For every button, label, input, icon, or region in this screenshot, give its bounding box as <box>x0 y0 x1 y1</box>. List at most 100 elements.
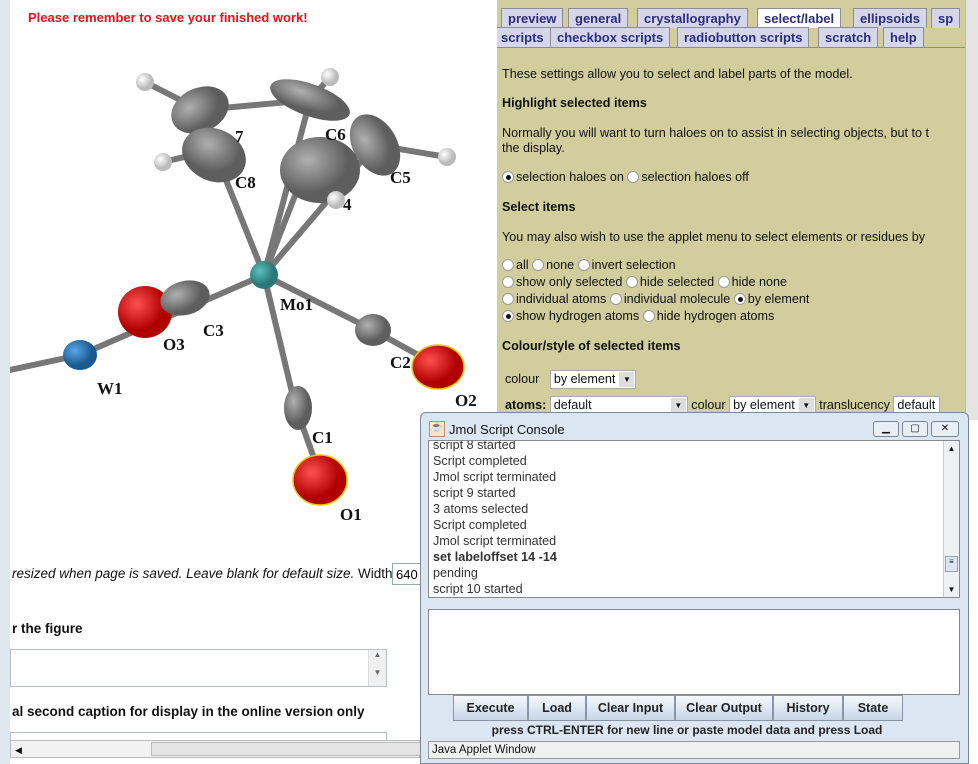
output-scrollbar[interactable]: ▲ ≡ ▼ <box>943 441 959 597</box>
output-line: Jmol script terminated <box>433 534 557 548</box>
atoms-label: atoms: <box>505 398 547 412</box>
output-line: script 9 started <box>433 486 516 500</box>
tab-checkbox-scripts[interactable]: checkbox scripts <box>550 27 671 47</box>
radio-haloes-off[interactable] <box>627 171 640 183</box>
radio-label: individual molecule <box>623 292 731 306</box>
output-line: pending <box>433 566 478 580</box>
second-caption-heading: al second caption for display in the onl… <box>12 704 365 719</box>
radio-label: invert selection <box>591 258 676 272</box>
close-button[interactable]: ✕ <box>931 421 959 437</box>
radio-show-hydrogen[interactable] <box>502 310 514 322</box>
select-text: You may also wish to use the applet menu… <box>502 230 926 244</box>
scrollbar-thumb[interactable] <box>151 742 421 756</box>
tab-help[interactable]: help <box>883 27 924 47</box>
radio-label: all <box>516 258 529 272</box>
settings-panel: preview general crystallography select/l… <box>497 0 965 420</box>
execute-button[interactable]: Execute <box>453 695 528 721</box>
radio-all[interactable] <box>502 259 514 271</box>
load-button[interactable]: Load <box>528 695 586 721</box>
radio-individual-atoms[interactable] <box>502 293 514 305</box>
atom-label: C5 <box>390 168 411 187</box>
radio-label: hide selected <box>639 275 715 289</box>
atom-label: C3 <box>203 321 224 340</box>
caption-heading: r the figure <box>12 621 83 636</box>
output-line: Jmol script terminated <box>433 470 557 484</box>
atom-label: W1 <box>97 379 123 398</box>
scroll-left-icon[interactable]: ◀ <box>11 745 22 755</box>
translucency-label: translucency <box>819 398 890 412</box>
tab-general[interactable]: general <box>568 8 629 28</box>
intro-text: These settings allow you to select and l… <box>502 67 853 81</box>
output-line: script 8 started <box>433 440 516 452</box>
atoms <box>63 68 465 506</box>
radio-label: show hydrogen atoms <box>516 309 640 323</box>
console-title: Jmol Script Console <box>449 422 565 437</box>
history-button[interactable]: History <box>773 695 843 721</box>
scroll-up-icon[interactable]: ▲ <box>944 444 959 453</box>
radio-label: none <box>546 258 575 272</box>
atom-label: C2 <box>390 353 411 372</box>
output-line: Script completed <box>433 454 527 468</box>
right-scrollbar[interactable] <box>965 0 978 420</box>
colour-select-value: by element <box>553 372 616 386</box>
console-hint: press CTRL-ENTER for new line or paste m… <box>491 723 883 737</box>
chevron-down-icon: ▼ <box>670 398 686 413</box>
console-output[interactable]: script 8 started Script completed Jmol s… <box>428 440 960 598</box>
atom-label: O1 <box>340 505 362 524</box>
chevron-down-icon: ▼ <box>619 372 635 387</box>
radio-haloes-on[interactable] <box>502 171 514 183</box>
scrollbar-thumb[interactable]: ≡ <box>945 556 958 572</box>
highlight-heading: Highlight selected items <box>502 96 647 110</box>
textarea-scrollbar[interactable]: ▲ ▼ <box>368 650 386 686</box>
highlight-text: Normally you will want to turn haloes on… <box>502 126 929 140</box>
width-label: Width: <box>357 566 397 581</box>
atom-label: O3 <box>163 335 185 354</box>
tab-scratch[interactable]: scratch <box>818 27 879 47</box>
output-line: set labeloffset 14 -14 <box>433 550 557 564</box>
chevron-down-icon: ▼ <box>798 398 814 413</box>
radio-show-only-selected[interactable] <box>502 276 514 288</box>
tab-crystallography[interactable]: crystallography <box>637 8 748 28</box>
tab-ellipsoids[interactable]: ellipsoids <box>853 8 927 28</box>
tab-scripts[interactable]: scripts <box>497 27 551 47</box>
radio-hide-none[interactable] <box>717 276 730 288</box>
atom-label: C1 <box>312 428 333 447</box>
radio-none[interactable] <box>532 259 545 271</box>
state-button[interactable]: State <box>843 695 903 721</box>
radio-label: hide hydrogen atoms <box>656 309 775 323</box>
radio-hide-selected[interactable] <box>625 276 638 288</box>
radio-by-element[interactable] <box>733 293 746 305</box>
page-left-edge <box>0 0 10 764</box>
tab-preview[interactable]: preview <box>501 8 564 28</box>
radio-individual-molecule[interactable] <box>609 293 622 305</box>
colour-select[interactable]: by element ▼ <box>549 370 637 389</box>
atom-label: C8 <box>235 173 256 192</box>
radio-label: by element <box>747 292 810 306</box>
colour-heading: Colour/style of selected items <box>502 339 681 353</box>
atoms-colour-label: colour <box>691 398 726 412</box>
molecule-viewer[interactable]: 7 C6 C8 C5 4 Mo1 C3 O3 W1 C2 O2 C1 O1 <box>10 30 490 560</box>
minimize-button[interactable]: ▁ <box>873 421 899 437</box>
clear-output-button[interactable]: Clear Output <box>675 695 773 721</box>
tab-sp[interactable]: sp <box>931 8 961 28</box>
output-line: Script completed <box>433 518 527 532</box>
save-reminder: Please remember to save your finished wo… <box>28 10 308 25</box>
size-hint: resized when page is saved. Leave blank … <box>12 566 355 581</box>
width-input[interactable] <box>392 563 422 585</box>
scroll-down-icon[interactable]: ▼ <box>944 585 959 594</box>
clear-input-button[interactable]: Clear Input <box>586 695 675 721</box>
atom-label: C6 <box>325 125 346 144</box>
tab-select-label[interactable]: select/label <box>757 8 842 28</box>
tab-radiobutton-scripts[interactable]: radiobutton scripts <box>677 27 810 47</box>
java-icon: ☕ <box>429 421 445 437</box>
tab-divider <box>497 47 965 48</box>
radio-invert[interactable] <box>577 259 590 271</box>
atoms-select-value: default <box>553 398 592 412</box>
console-input[interactable] <box>428 609 960 695</box>
caption-textarea[interactable]: ▲ ▼ <box>10 649 387 687</box>
maximize-button[interactable]: ▢ <box>902 421 928 437</box>
radio-label: show only selected <box>516 275 623 289</box>
radio-label: selection haloes on <box>516 170 624 184</box>
horizontal-scrollbar[interactable]: ◀ <box>10 740 421 758</box>
radio-hide-hydrogen[interactable] <box>642 310 655 322</box>
